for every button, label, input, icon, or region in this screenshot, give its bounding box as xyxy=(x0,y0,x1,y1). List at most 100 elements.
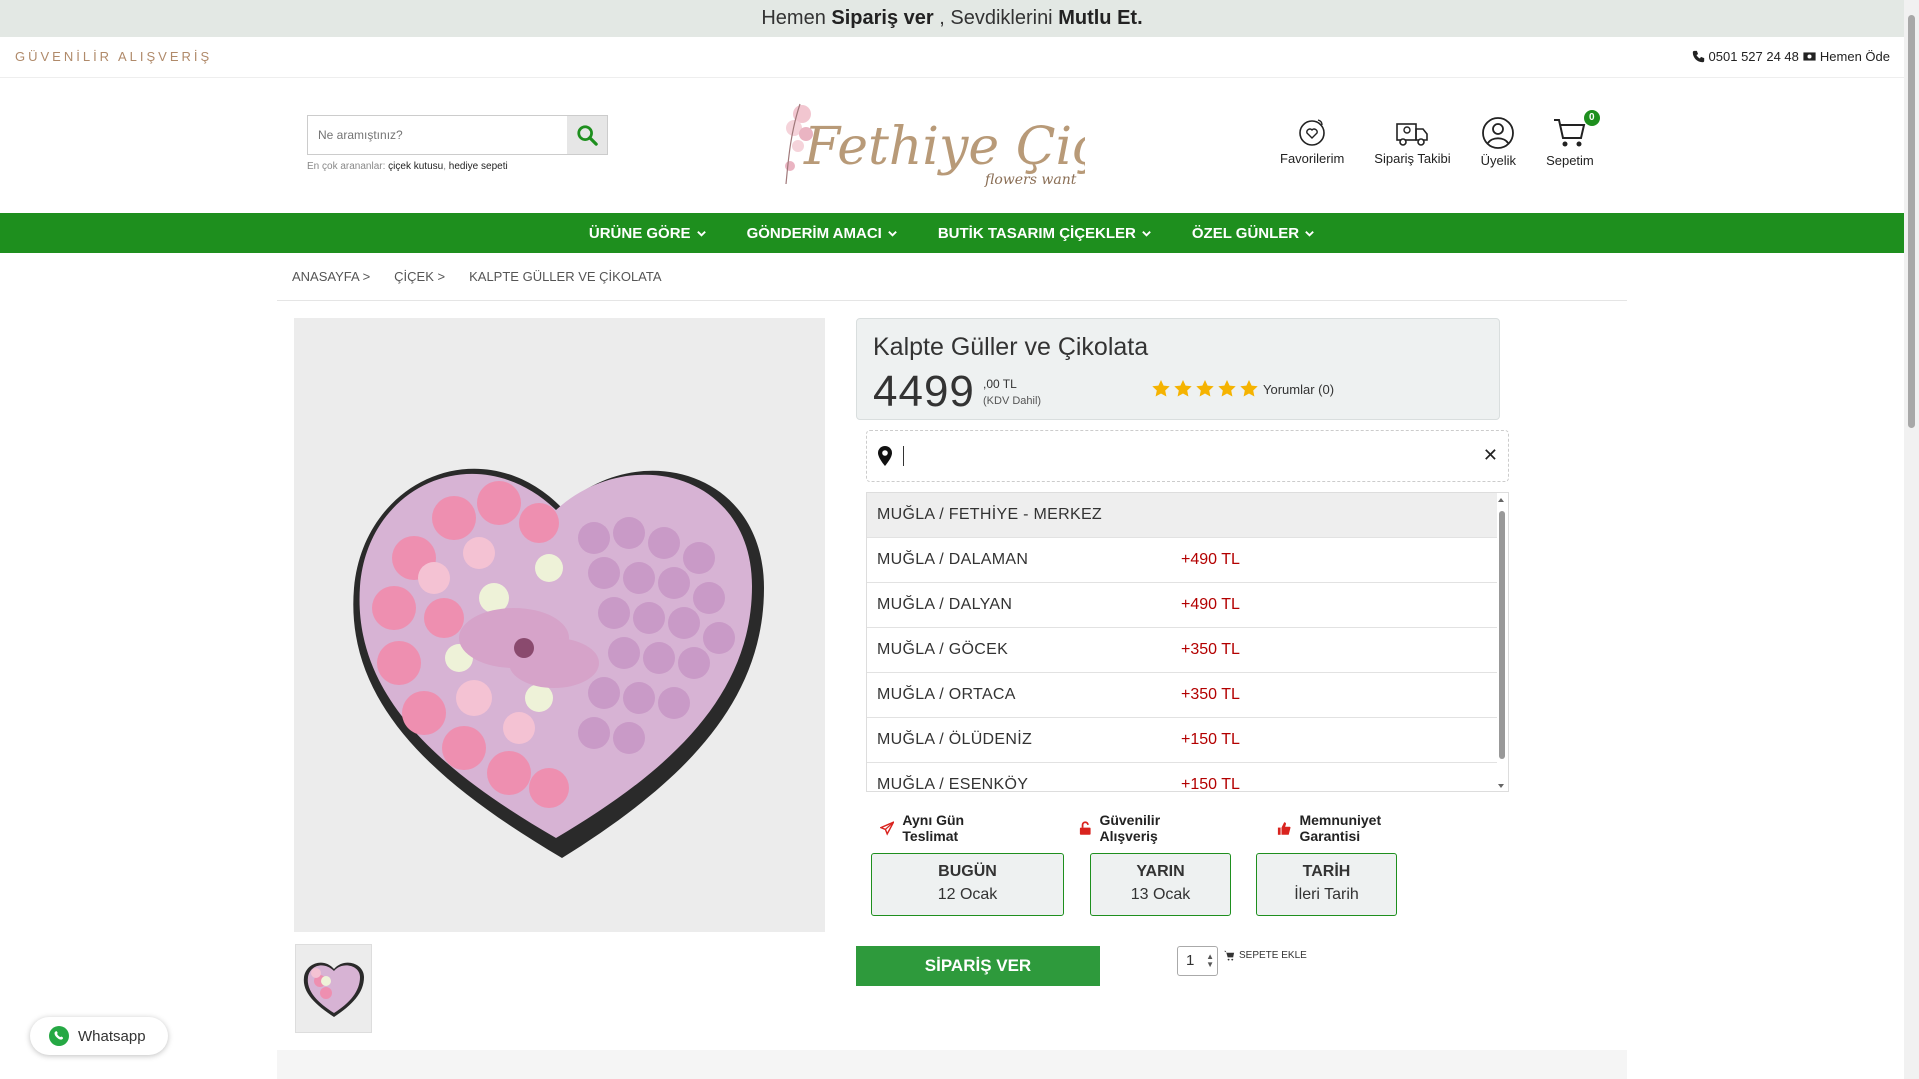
district-option[interactable]: MUĞLA / GÖCEK +350 TL xyxy=(867,628,1497,673)
day-date: 12 Ocak xyxy=(937,886,998,903)
popular-link-gift-basket[interactable]: hediye sepeti xyxy=(449,161,508,172)
nav-label: GÖNDERİM AMACI xyxy=(746,224,882,242)
service-features: Aynı Gün Teslimat Güvenilir Alışveriş Me… xyxy=(880,812,1500,844)
membership-link[interactable]: Üyelik xyxy=(1481,116,1516,168)
scroll-up-arrow-icon[interactable] xyxy=(1496,495,1506,505)
nav-item-boutique[interactable]: BUTİK TASARIM ÇİÇEKLER xyxy=(938,225,1152,242)
quantity-arrows[interactable]: ▲ ▼ xyxy=(1206,953,1214,969)
dropdown-scrollbar[interactable] xyxy=(1496,493,1506,791)
order-button[interactable]: SİPARİŞ VER xyxy=(856,946,1100,986)
product-rating[interactable]: Yorumlar (0) xyxy=(1151,379,1334,399)
district-fee: +490 TL xyxy=(1181,551,1240,568)
page-scrollbar[interactable] xyxy=(1904,0,1919,1079)
nav-item-purpose[interactable]: GÖNDERİM AMACI xyxy=(747,225,898,242)
price-vat-note: (KDV Dahil) xyxy=(983,395,1042,407)
star-icon xyxy=(1240,380,1258,397)
thumbs-up-icon xyxy=(1277,821,1291,835)
delivery-location-input[interactable]: ✕ xyxy=(866,430,1509,482)
chevron-down-icon xyxy=(888,230,897,237)
page-scroll-thumb[interactable] xyxy=(1908,15,1915,428)
feature-label: Güvenilir Alışveriş xyxy=(1099,812,1161,844)
favorites-link[interactable]: Favorilerim xyxy=(1280,116,1344,168)
search-box xyxy=(307,115,608,155)
pay-now-link[interactable]: Hemen Öde xyxy=(1820,49,1890,64)
phone-number[interactable]: 0501 527 24 48 xyxy=(1709,49,1799,64)
utility-bar: GÜVENİLİR ALIŞVERİŞ 0501 527 24 48 Hemen… xyxy=(0,37,1904,78)
nav-label: ÖZEL GÜNLER xyxy=(1191,224,1300,242)
district-option[interactable]: MUĞLA / ESENKÖY +150 TL xyxy=(867,763,1497,792)
paper-plane-icon xyxy=(880,820,895,836)
order-tracking-label: Sipariş Takibi xyxy=(1374,151,1451,166)
reviews-link[interactable]: Yorumlar (0) xyxy=(1263,382,1334,397)
breadcrumb-home[interactable]: ANASAYFA > xyxy=(292,269,370,284)
chevron-down-icon xyxy=(1305,230,1314,237)
cart-label: Sepetim xyxy=(1546,153,1594,168)
product-price: 4499 xyxy=(873,367,975,416)
thumbnail-image xyxy=(303,962,364,1017)
cart-link[interactable]: 0 Sepetim xyxy=(1546,110,1600,168)
logo-subtext: flowers want xyxy=(984,172,1077,188)
popular-prefix: En çok arananlar: xyxy=(307,161,386,172)
search-icon xyxy=(577,125,598,146)
clear-icon[interactable]: ✕ xyxy=(1483,445,1498,466)
day-title: BUGÜN xyxy=(938,863,997,880)
membership-label: Üyelik xyxy=(1480,153,1517,168)
district-option[interactable]: MUĞLA / FETHİYE - MERKEZ xyxy=(867,493,1497,538)
district-option[interactable]: MUĞLA / DALAMAN +490 TL xyxy=(867,538,1497,583)
feature-label: Aynı Gün Teslimat xyxy=(902,812,965,844)
cart-count-badge: 0 xyxy=(1583,110,1600,126)
chevron-down-icon xyxy=(1142,230,1151,237)
whatsapp-button[interactable]: Whatsapp xyxy=(30,1017,168,1055)
delivery-day-pick-date[interactable]: TARİH İleri Tarih xyxy=(1256,853,1397,916)
star-icon xyxy=(1152,380,1170,397)
district-option[interactable]: MUĞLA / ORTACA +350 TL xyxy=(867,673,1497,718)
chevron-down-icon xyxy=(696,230,706,237)
search-button[interactable] xyxy=(567,116,607,154)
nav-item-by-product[interactable]: ÜRÜNE GÖRE xyxy=(589,225,707,242)
product-info: Kalpte Güller ve Çikolata 4499 ,00 TL (K… xyxy=(856,318,1500,420)
district-name: MUĞLA / ESENKÖY xyxy=(877,776,1029,792)
product-title: Kalpte Güller ve Çikolata xyxy=(873,333,1149,361)
district-name: MUĞLA / DALAMAN xyxy=(877,551,1029,568)
feature-secure: Güvenilir Alışveriş xyxy=(1079,812,1217,844)
star-icon xyxy=(1174,380,1192,397)
popular-link-flower-box[interactable]: çiçek kutusu xyxy=(388,161,443,172)
star-icon xyxy=(1218,380,1236,397)
site-header: En çok arananlar: çiçek kutusu, hediye s… xyxy=(0,78,1904,213)
whatsapp-label: Whatsapp xyxy=(78,1027,146,1045)
promo-text-bold2: Mutlu Et. xyxy=(1058,7,1143,29)
lock-icon xyxy=(1079,820,1091,835)
site-logo[interactable]: Fethiye Çiçek flowers want xyxy=(780,84,1085,204)
logo-text: Fethiye Çiçek xyxy=(803,117,1085,177)
scroll-down-arrow-icon[interactable] xyxy=(1496,781,1506,791)
order-tracking-link[interactable]: Sipariş Takibi xyxy=(1374,116,1451,168)
day-title: TARİH xyxy=(1302,863,1351,880)
add-to-cart-button[interactable]: SEPETE EKLE xyxy=(1224,950,1307,961)
rating-stars xyxy=(1151,379,1259,399)
district-name: MUĞLA / ÖLÜDENİZ xyxy=(877,731,1033,748)
district-name: MUĞLA / FETHİYE - MERKEZ xyxy=(877,506,1103,523)
product-thumbnail[interactable] xyxy=(295,944,372,1033)
nav-item-special-days[interactable]: ÖZEL GÜNLER xyxy=(1192,225,1315,242)
whatsapp-icon xyxy=(49,1026,69,1046)
dropdown-scroll-thumb[interactable] xyxy=(1499,511,1505,759)
breadcrumb-category[interactable]: ÇİÇEK > xyxy=(394,269,445,284)
delivery-day-tomorrow[interactable]: YARIN 13 Ocak xyxy=(1090,853,1231,916)
day-title: YARIN xyxy=(1136,863,1185,880)
product-image[interactable] xyxy=(294,318,825,932)
promo-text-bold1: Sipariş ver xyxy=(831,7,934,29)
district-fee: +150 TL xyxy=(1181,731,1240,748)
day-date: 13 Ocak xyxy=(1130,886,1191,903)
location-pin-icon xyxy=(878,446,892,466)
cart-icon xyxy=(1553,119,1586,147)
utility-right: 0501 527 24 48 Hemen Öde xyxy=(1692,49,1890,64)
district-option[interactable]: MUĞLA / ÖLÜDENİZ +150 TL xyxy=(867,718,1497,763)
district-option[interactable]: MUĞLA / DALYAN +490 TL xyxy=(867,583,1497,628)
delivery-truck-icon xyxy=(1396,123,1429,146)
phone-icon xyxy=(1692,50,1704,63)
search-input[interactable] xyxy=(308,116,567,154)
quantity-stepper[interactable]: 1 ▲ ▼ xyxy=(1177,946,1218,976)
district-name: MUĞLA / DALYAN xyxy=(877,596,1013,613)
delivery-day-today[interactable]: BUGÜN 12 Ocak xyxy=(871,853,1064,916)
district-name: MUĞLA / ORTACA xyxy=(877,686,1016,703)
